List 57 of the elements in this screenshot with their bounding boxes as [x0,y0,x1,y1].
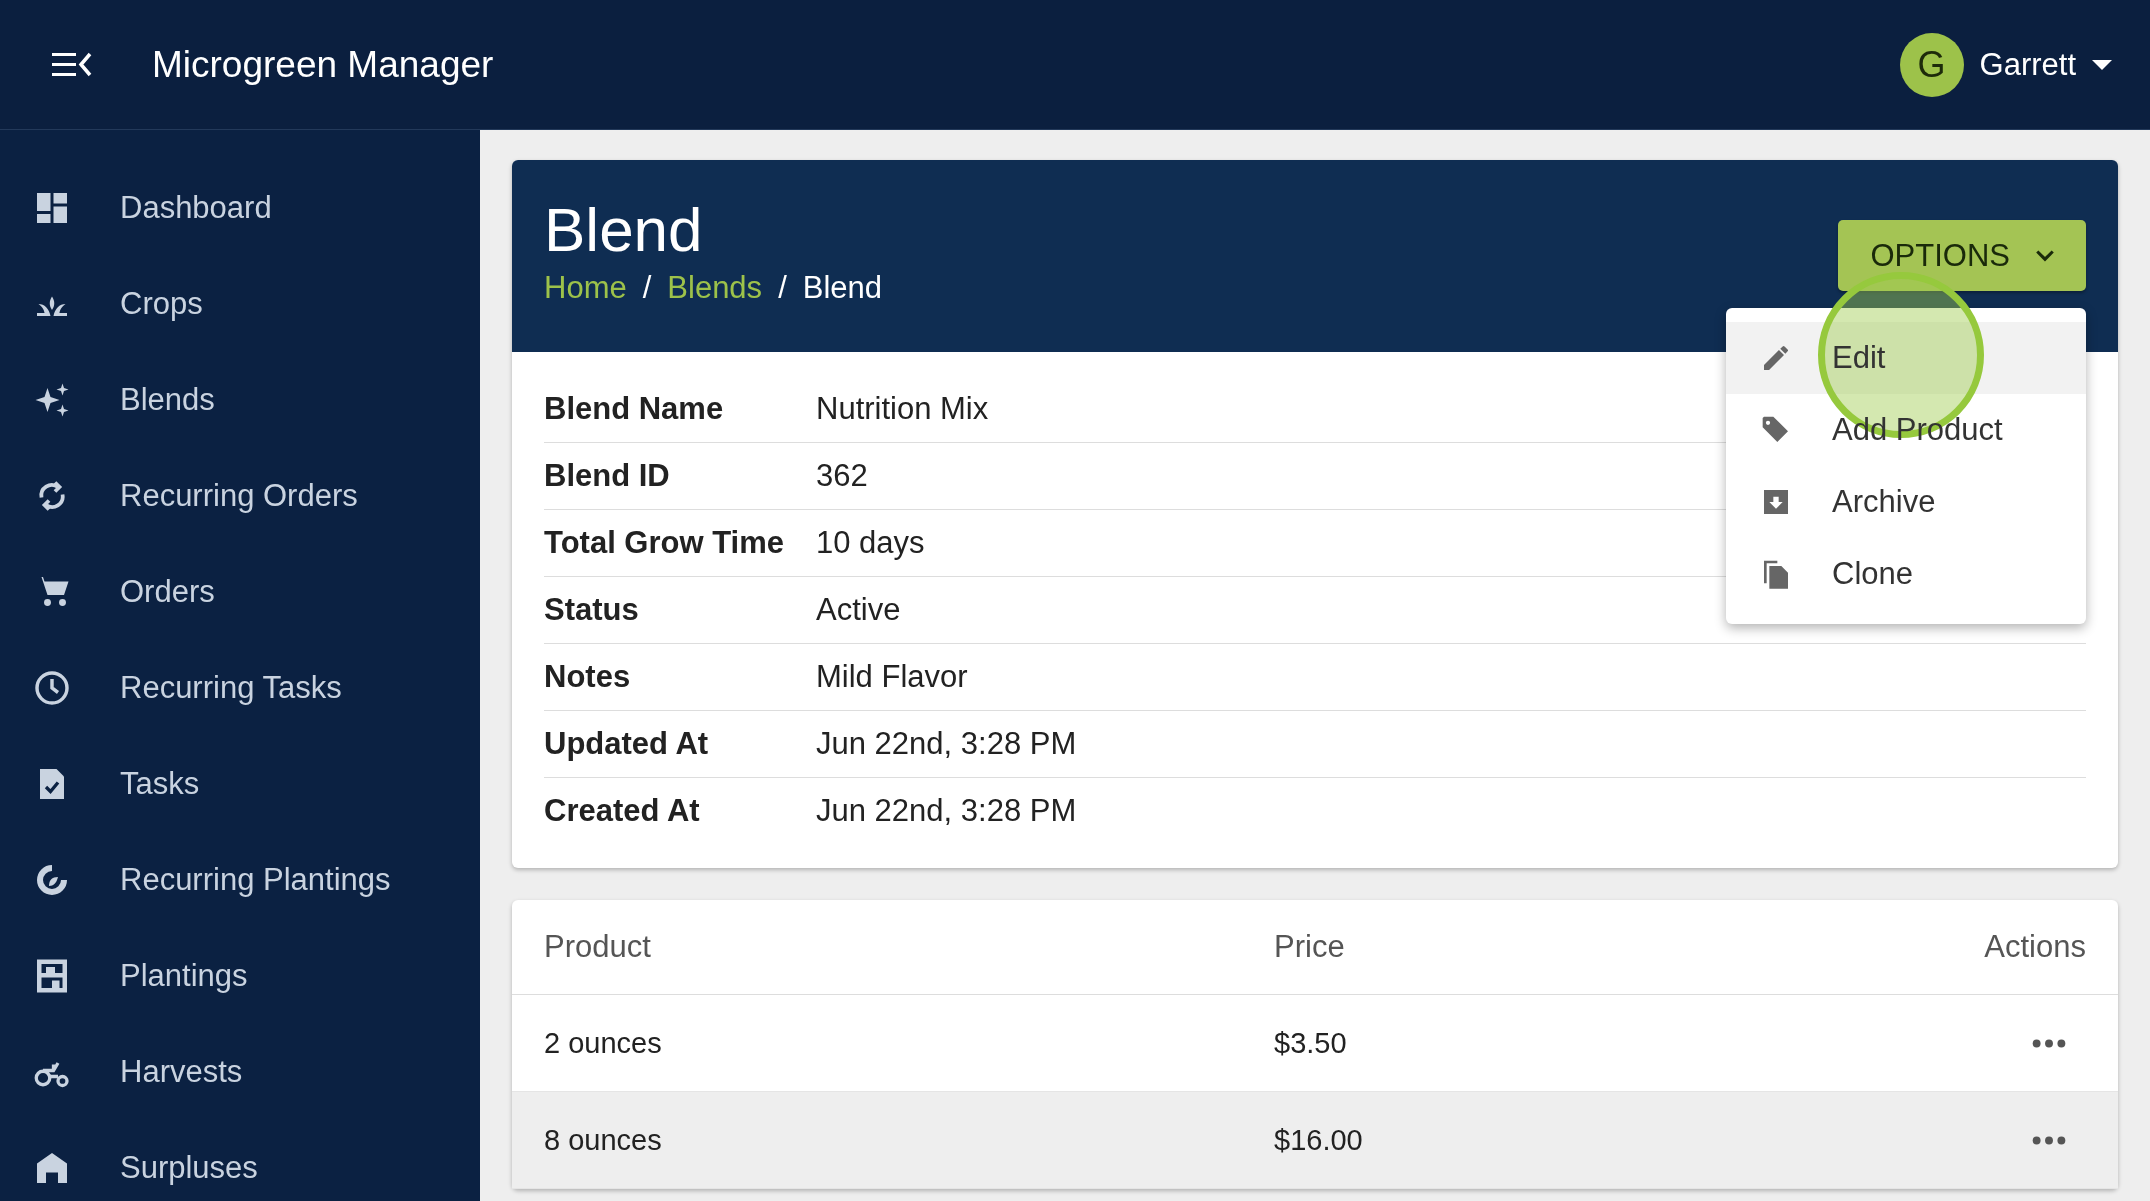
detail-label: Blend ID [544,458,671,494]
detail-value: 10 days [816,525,925,561]
chevron-icon [2036,249,2054,262]
sidebar-item[interactable]: Tasks [120,766,200,802]
sidebar-item[interactable]: Recurring Plantings [120,862,391,898]
more-icon[interactable] [2032,1038,2066,1048]
breadcrumb[interactable]: Blends [667,270,763,307]
sidebar-item[interactable]: Surpluses [120,1150,258,1186]
table-cell-text: $16.00 [1274,1123,1364,1157]
detail-value: Mild Flavor [816,659,968,695]
table-cell-text: 2 ounces [544,1026,663,1060]
table-cell-text: 8 ounces [544,1123,663,1157]
column-header: Price [1274,929,1346,965]
more-icon[interactable] [2032,1135,2066,1145]
detail-value: 362 [816,458,868,494]
options-button[interactable]: OPTIONS [1838,220,2086,291]
breadcrumb-separator: / [778,270,787,307]
page-title: Blend [544,196,704,265]
menu-item[interactable]: Clone [1726,538,2086,610]
sidebar-item[interactable]: Plantings [120,958,248,994]
breadcrumb-separator: / [642,270,652,307]
detail-label: Notes [544,659,632,695]
detail-label: Total Grow Time [544,525,785,561]
sidebar-item[interactable]: Recurring Orders [120,478,358,514]
user-avatar[interactable]: G [1899,32,1964,97]
detail-value: Active [816,592,901,628]
sidebar-item[interactable]: Dashboard [120,190,272,226]
detail-value: Jun 22nd, 3:28 PM [816,726,1077,762]
detail-label: Created At [544,793,701,829]
column-header: Product [544,929,652,965]
detail-label: Status [544,592,640,628]
detail-label: Blend Name [544,391,725,427]
detail-value: Nutrition Mix [816,391,989,427]
sidebar-item[interactable]: Recurring Tasks [120,670,342,706]
clock-icon[interactable] [34,670,70,706]
menu-icon[interactable] [52,50,92,79]
menu-item[interactable]: Edit [1726,322,2086,394]
caret-icon[interactable] [2092,59,2112,70]
detail-label: Updated At [544,726,710,762]
app-title: Microgreen Manager [152,43,494,86]
sidebar-item[interactable]: Orders [120,574,215,610]
menu-item[interactable]: Archive [1726,466,2086,538]
sidebar-item[interactable]: Blends [120,382,215,418]
shelf-icon[interactable] [34,958,70,994]
breadcrumb: Blend [802,270,883,307]
sidebar-item[interactable]: Crops [120,286,203,322]
column-header: Actions [1983,929,2086,965]
refresh-leaf-icon[interactable] [34,862,70,898]
building-icon[interactable] [34,1150,70,1186]
sidebar-item[interactable]: Harvests [120,1054,243,1090]
dashboard-icon[interactable] [34,190,70,226]
detail-value: Jun 22nd, 3:28 PM [816,793,1077,829]
user-name[interactable]: Garrett [1979,46,2076,83]
table-row[interactable]: 8 ounces $16.00 [512,1092,2118,1189]
table-cell-text: $3.50 [1274,1026,1348,1060]
sparkles-icon[interactable] [34,382,70,418]
breadcrumb[interactable]: Home [544,270,627,307]
